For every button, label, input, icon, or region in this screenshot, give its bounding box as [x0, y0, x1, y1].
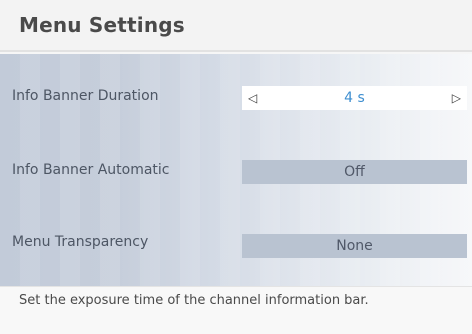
- menu-transparency-selector[interactable]: None: [242, 234, 467, 258]
- info-banner-duration-value: 4 s: [344, 90, 365, 106]
- menu-settings-screen: Menu Settings Info Banner Duration ◁ 4 s…: [0, 0, 472, 334]
- setting-label-info-banner-duration: Info Banner Duration: [12, 88, 159, 104]
- setting-label-menu-transparency: Menu Transparency: [12, 234, 149, 250]
- arrow-left-icon[interactable]: ◁: [248, 86, 257, 110]
- help-text: Set the exposure time of the channel inf…: [19, 293, 369, 308]
- menu-transparency-value: None: [336, 238, 373, 254]
- arrow-right-icon[interactable]: ▷: [452, 86, 461, 110]
- help-bar: Set the exposure time of the channel inf…: [0, 286, 472, 334]
- setting-label-info-banner-automatic: Info Banner Automatic: [12, 162, 170, 178]
- info-banner-automatic-value: Off: [344, 164, 365, 180]
- header: Menu Settings: [0, 0, 472, 52]
- page-title: Menu Settings: [19, 13, 185, 37]
- settings-panel: Info Banner Duration ◁ 4 s ▷ Info Banner…: [0, 54, 472, 286]
- info-banner-duration-selector[interactable]: ◁ 4 s ▷: [242, 86, 467, 110]
- info-banner-automatic-selector[interactable]: Off: [242, 160, 467, 184]
